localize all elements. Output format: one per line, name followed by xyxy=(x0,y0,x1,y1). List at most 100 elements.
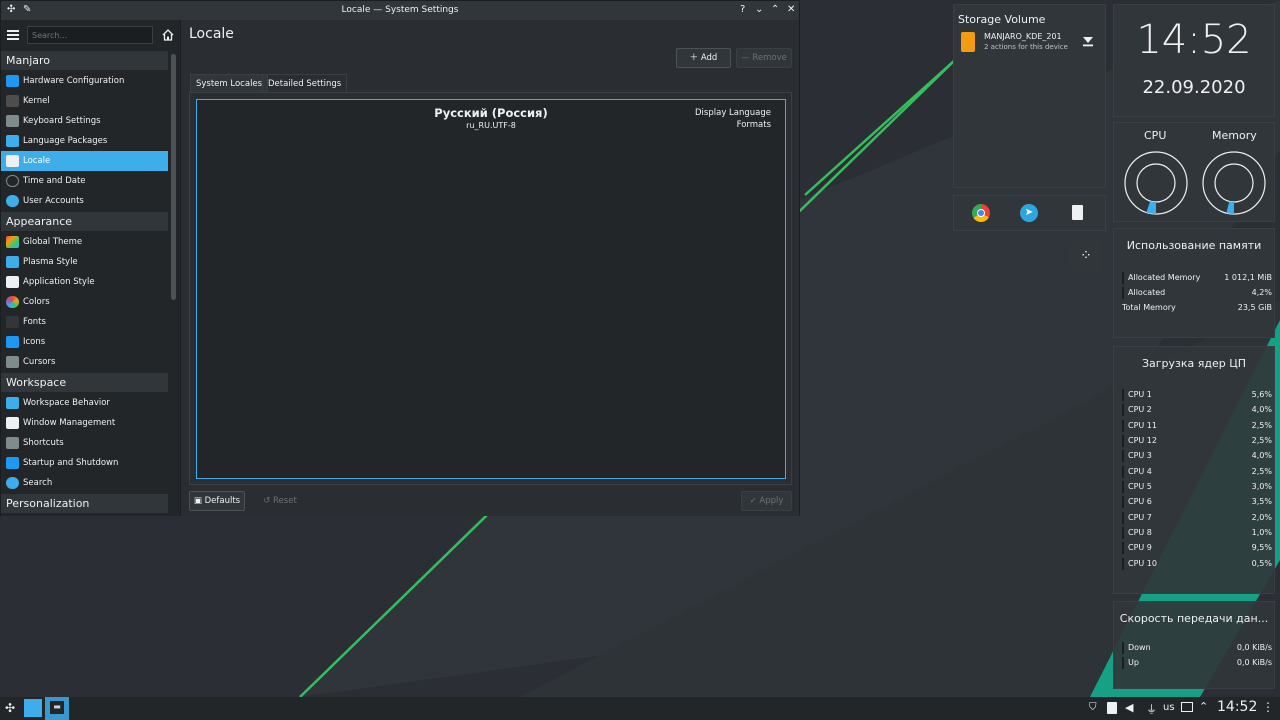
fonts-icon xyxy=(6,316,19,328)
category-workspace: Workspace xyxy=(1,373,168,392)
sidebar-item-workspace-behavior[interactable]: Workspace Behavior xyxy=(1,393,168,413)
cpu-gauge-label: CPU xyxy=(1144,129,1167,142)
tab-detailed-settings[interactable]: Detailed Settings xyxy=(262,74,348,93)
clock-widget: 14:52 22.09.2020 xyxy=(1113,4,1275,117)
application-launcher-icon[interactable]: ✣ xyxy=(5,701,15,715)
telegram-icon[interactable]: ➤ xyxy=(1020,204,1038,222)
cursor-icon xyxy=(6,356,19,368)
cpu-row: CPU 11 2,5% xyxy=(1122,419,1272,433)
sidebar-item-label: Startup and Shutdown xyxy=(23,458,119,468)
usb-icon[interactable]: ⏚ xyxy=(1146,701,1157,717)
undo-icon: ↺ xyxy=(263,496,274,506)
chevron-up-icon[interactable]: ⌃ xyxy=(1199,700,1208,713)
add-button[interactable]: ＋ Add xyxy=(676,48,731,68)
close-button[interactable]: ✕ xyxy=(787,4,795,16)
icons-icon xyxy=(6,336,19,348)
sidebar-item-user-accounts[interactable]: User Accounts xyxy=(1,191,168,211)
minimize-button[interactable]: ⌄ xyxy=(755,4,763,16)
sidebar-item-time-and-date[interactable]: Time and Date xyxy=(1,171,168,191)
locale-icon xyxy=(6,155,19,167)
network-row: Down 0,0 KiB/s xyxy=(1122,641,1272,655)
sidebar-item-cursors[interactable]: Cursors xyxy=(1,352,168,372)
clipboard-icon[interactable] xyxy=(1107,702,1117,714)
network-icon[interactable] xyxy=(1181,702,1193,712)
colors-icon xyxy=(6,296,19,308)
window-titlebar[interactable]: ✣ ✎ Locale — System Settings ? ⌄ ⌃ ✕ xyxy=(1,1,799,20)
sidebar-item-application-style[interactable]: Application Style xyxy=(1,272,168,292)
locale-role-display-language: Display Language xyxy=(695,108,771,118)
sidebar-item-label: Shortcuts xyxy=(23,438,64,448)
sidebar-item-icons[interactable]: Icons xyxy=(1,332,168,352)
pager-desktop-1[interactable] xyxy=(24,699,42,717)
storage-volume-widget: Storage Volume MANJARO_KDE_201 2 actions… xyxy=(953,4,1106,188)
apply-label: Apply xyxy=(759,496,784,506)
maximize-button[interactable]: ⌃ xyxy=(771,4,779,16)
task-system-settings[interactable]: ▬ xyxy=(45,697,69,720)
memory-row: Allocated Memory 1 012,1 MiB xyxy=(1122,271,1272,285)
sidebar-item-fonts[interactable]: Fonts xyxy=(1,312,168,332)
usb-drive-icon xyxy=(961,32,975,52)
device-name: MANJARO_KDE_201 xyxy=(984,32,1062,41)
cpu-row: CPU 3 4,0% xyxy=(1122,449,1272,463)
sidebar-item-colors[interactable]: Colors xyxy=(1,292,168,312)
sidebar-item-label: Language Packages xyxy=(23,136,108,146)
cpu-row: CPU 9 9,5% xyxy=(1122,541,1272,555)
cpu-row: CPU 1 5,6% xyxy=(1122,388,1272,402)
terminal-icon: ▬ xyxy=(50,701,64,714)
taskbar-clock[interactable]: 14:52 xyxy=(1217,699,1257,715)
sidebar-item-hardware-configuration[interactable]: Hardware Configuration xyxy=(1,71,168,91)
sidebar-scrollbar[interactable] xyxy=(171,54,176,300)
remove-label: Remove xyxy=(752,53,787,63)
defaults-button[interactable]: ▣ Defaults xyxy=(189,491,245,511)
help-button[interactable]: ? xyxy=(740,4,745,16)
tab-system-locales[interactable]: System Locales xyxy=(190,74,269,93)
sidebar-item-global-theme[interactable]: Global Theme xyxy=(1,232,168,252)
sidebar-item-plasma-style[interactable]: Plasma Style xyxy=(1,252,168,272)
menu-icon[interactable] xyxy=(7,30,19,40)
taskbar: ✣ ▬ ⛉ ◀ ⏚ us ⌃ 14:52 ⋮ xyxy=(0,697,1280,720)
sidebar-item-label: Fonts xyxy=(23,317,46,327)
search-icon xyxy=(6,477,19,489)
system-settings-window: ✣ ✎ Locale — System Settings ? ⌄ ⌃ ✕ Man… xyxy=(0,0,800,516)
remove-button[interactable]: — Remove xyxy=(736,48,792,68)
desktop-toolbox-icon[interactable]: ⁘ xyxy=(1070,240,1102,272)
add-label: Add xyxy=(700,53,718,63)
minus-icon: — xyxy=(741,53,753,63)
locale-list[interactable]: Русский (Россия) ru_RU.UTF-8 Display Lan… xyxy=(196,99,786,479)
language-packages-icon xyxy=(6,135,19,147)
defaults-label: Defaults xyxy=(204,496,241,506)
sidebar-item-label: Plasma Style xyxy=(23,257,78,267)
sidebar-item-startup-and-shutdown[interactable]: Startup and Shutdown xyxy=(1,453,168,473)
cpu-row: CPU 6 3,5% xyxy=(1122,495,1272,509)
cpu-row: CPU 7 2,0% xyxy=(1122,511,1272,525)
cpu-load-title: Загрузка ядер ЦП xyxy=(1141,357,1247,370)
search-input[interactable] xyxy=(27,26,153,44)
sidebar-item-label: Time and Date xyxy=(23,176,86,186)
sidebar-item-window-management[interactable]: Window Management xyxy=(1,413,168,433)
app-launcher-icon[interactable] xyxy=(1072,205,1083,220)
sidebar-item-label: Cursors xyxy=(23,357,56,367)
apply-button[interactable]: ✓ Apply xyxy=(741,491,792,511)
eject-icon[interactable] xyxy=(1082,35,1094,47)
chromium-icon[interactable] xyxy=(972,204,990,222)
reset-button[interactable]: ↺ Reset xyxy=(253,491,307,511)
keyboard-layout[interactable]: us xyxy=(1163,702,1175,713)
global-theme-icon xyxy=(6,236,19,248)
home-icon[interactable] xyxy=(161,28,175,42)
memory-row: Allocated 4,2% xyxy=(1122,286,1272,300)
sidebar-item-search[interactable]: Search xyxy=(1,473,168,493)
cpu-row: CPU 10 0,5% xyxy=(1122,557,1272,571)
reset-label: Reset xyxy=(273,496,297,506)
sidebar-item-label: Hardware Configuration xyxy=(23,76,125,86)
sidebar-item-shortcuts[interactable]: Shortcuts xyxy=(1,433,168,453)
sidebar-item-label: Search xyxy=(23,478,53,488)
sidebar-item-language-packages[interactable]: Language Packages xyxy=(1,131,168,151)
sidebar-item-locale[interactable]: Locale xyxy=(1,151,168,171)
cpu-row: CPU 2 4,0% xyxy=(1122,403,1272,417)
volume-icon[interactable]: ◀ xyxy=(1125,701,1133,714)
shield-icon[interactable]: ⛉ xyxy=(1089,702,1097,713)
sidebar-item-kernel[interactable]: Kernel xyxy=(1,91,168,111)
cpu-row: CPU 5 3,0% xyxy=(1122,480,1272,494)
sidebar-item-keyboard-settings[interactable]: Keyboard Settings xyxy=(1,111,168,131)
panel-settings-icon[interactable]: ⋮ xyxy=(1262,700,1274,714)
